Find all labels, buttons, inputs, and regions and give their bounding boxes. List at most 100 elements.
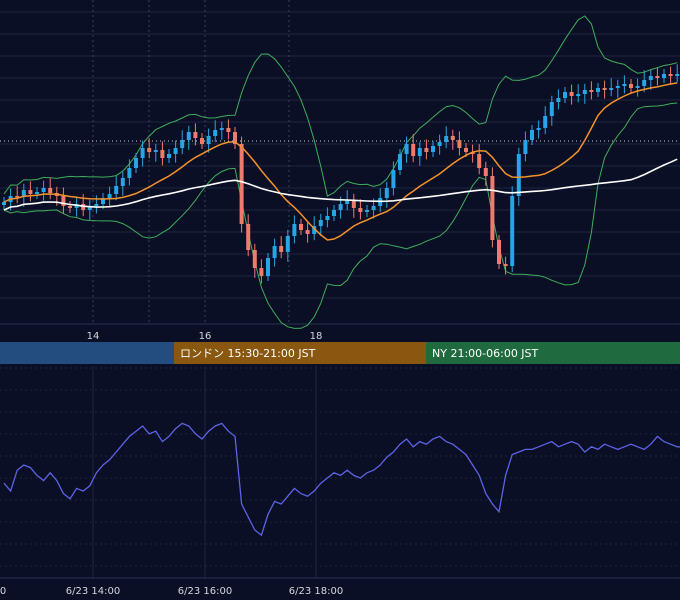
candle: [285, 236, 290, 252]
candle: [497, 240, 501, 264]
candle: [536, 128, 541, 130]
candle: [68, 206, 72, 208]
candle: [252, 250, 257, 268]
candle: [186, 132, 191, 140]
candle: [662, 74, 666, 78]
candle: [365, 210, 369, 212]
candle: [94, 204, 99, 206]
trading-chart-screen: 14 16 18 ロンドン 15:30-21:00 JST NY 21:00-0…: [0, 0, 680, 600]
candle: [292, 224, 297, 236]
candle: [398, 154, 402, 170]
bollinger-upper: [3, 15, 678, 197]
oscillator-line: [3, 422, 680, 537]
candle: [213, 130, 218, 136]
candle: [127, 168, 132, 178]
candle: [259, 268, 264, 276]
chart-canvas[interactable]: 14 16 18 ロンドン 15:30-21:00 JST NY 21:00-0…: [0, 0, 680, 600]
candle: [503, 264, 508, 266]
candle: [28, 190, 33, 194]
candle: [655, 76, 660, 78]
candle: [615, 86, 620, 88]
candle: [266, 258, 270, 276]
session-label-london: ロンドン 15:30-21:00 JST: [180, 347, 316, 360]
candle: [431, 146, 435, 152]
oscillator-grid: [0, 366, 680, 579]
price-axis-labels: 14 16 18: [87, 331, 323, 342]
candle: [153, 150, 158, 152]
candle: [325, 216, 330, 220]
candle: [107, 194, 112, 198]
candle: [226, 128, 231, 132]
candle: [437, 142, 442, 146]
time-axis-label: 6/23 18:00: [289, 586, 343, 597]
candle: [602, 88, 607, 90]
candle: [200, 138, 204, 144]
candle: [563, 92, 567, 98]
candle: [582, 90, 587, 94]
candle: [523, 140, 528, 154]
bollinger-bands: [3, 15, 678, 329]
candle: [642, 80, 647, 86]
candle: [576, 94, 581, 96]
candle: [384, 188, 389, 198]
candle: [569, 92, 574, 96]
oscillator-series: [3, 422, 680, 537]
candle: [543, 116, 548, 128]
price-axis-label: 16: [199, 331, 212, 342]
candle: [490, 176, 495, 240]
session-bar: ロンドン 15:30-21:00 JST NY 21:00-06:00 JST: [0, 342, 680, 364]
candle: [219, 128, 224, 130]
candle: [173, 148, 178, 154]
candle: [675, 74, 680, 76]
candle: [371, 206, 376, 210]
candle: [629, 84, 633, 88]
session-label-ny: NY 21:00-06:00 JST: [432, 347, 539, 360]
time-axis-label: 6/23 16:00: [178, 586, 232, 597]
candle: [134, 158, 138, 168]
candle: [338, 204, 343, 210]
grid-lines: [0, 0, 680, 325]
time-axis-label: 0: [0, 586, 6, 597]
candle: [358, 208, 363, 212]
candle: [464, 148, 468, 152]
candle: [516, 154, 521, 196]
candle: [272, 246, 277, 258]
candle: [424, 148, 429, 152]
candle: [305, 230, 310, 234]
candle: [450, 136, 455, 140]
candle: [404, 144, 409, 154]
candle: [648, 76, 653, 80]
candle: [246, 224, 251, 250]
candle: [48, 188, 53, 193]
candle: [2, 202, 6, 205]
candle: [510, 196, 515, 266]
candle: [668, 74, 673, 76]
candle: [609, 88, 614, 90]
candle: [180, 140, 185, 148]
candle: [483, 168, 488, 176]
candle: [549, 102, 554, 116]
time-axis-label: 6/23 14:00: [66, 586, 120, 597]
candle: [160, 150, 165, 158]
candle: [589, 90, 594, 92]
candle: [279, 246, 284, 252]
candle: [411, 144, 416, 156]
candle: [556, 98, 561, 102]
candle: [477, 154, 482, 168]
candle: [299, 224, 303, 230]
candle: [635, 86, 640, 88]
candlestick-series: [2, 64, 680, 284]
candle: [351, 200, 356, 208]
time-axis-labels: 0 6/23 14:00 6/23 16:00 6/23 18:00: [0, 586, 343, 597]
candle: [167, 154, 171, 158]
candle: [332, 210, 336, 216]
candle: [417, 148, 422, 156]
candle: [193, 132, 198, 138]
candle: [530, 130, 534, 140]
candle: [391, 170, 396, 188]
candle: [61, 196, 66, 206]
candle: [120, 178, 125, 186]
candle: [239, 144, 244, 224]
candle: [114, 186, 119, 194]
candle: [35, 192, 39, 194]
